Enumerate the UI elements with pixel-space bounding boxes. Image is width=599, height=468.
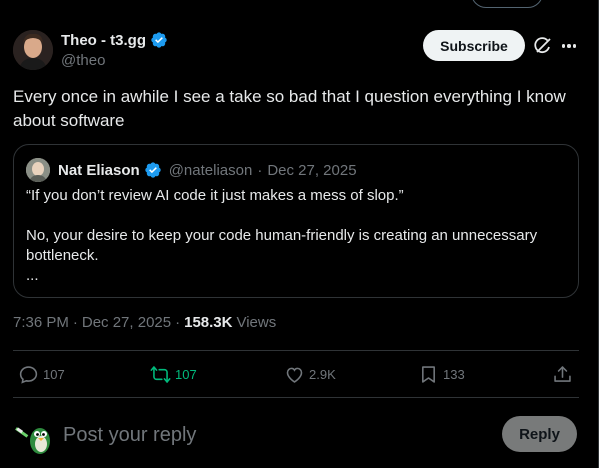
divider — [13, 397, 579, 398]
verified-badge-icon — [150, 31, 168, 49]
more-icon[interactable] — [559, 36, 579, 56]
repost-action[interactable]: 107 — [150, 364, 197, 385]
share-icon — [554, 366, 571, 382]
quote-author-handle: @nateliason — [168, 161, 253, 179]
reply-composer: Reply — [13, 410, 579, 460]
like-action[interactable]: 2.9K — [284, 364, 336, 385]
views-label: Views — [236, 314, 277, 331]
bookmark-icon — [422, 366, 435, 383]
reply-input[interactable] — [63, 420, 463, 450]
author-name[interactable]: Theo - t3.gg — [61, 32, 146, 49]
author-avatar[interactable] — [13, 30, 53, 70]
tweet-header: Theo - t3.gg @theo Subscribe — [13, 30, 585, 70]
quote-separator: · — [257, 161, 263, 179]
reply-icon — [19, 366, 38, 384]
share-action[interactable] — [552, 364, 573, 385]
meta-separator: · — [175, 314, 181, 331]
tweet-time[interactable]: 7:36 PM — [13, 314, 69, 331]
quote-author-name: Nat Eliason — [58, 161, 140, 179]
quote-line-1: “If you don’t review AI code it just mak… — [26, 187, 404, 204]
reply-button[interactable]: Reply — [502, 416, 577, 452]
quote-date: Dec 27, 2025 — [267, 161, 357, 179]
tweet-text: Every once in awhile I see a take so bad… — [13, 87, 566, 130]
action-bar: 107 107 2.9K 133 — [13, 351, 579, 397]
bookmark-count: 133 — [443, 367, 465, 382]
verified-badge-icon — [144, 161, 162, 179]
like-icon — [286, 367, 303, 383]
tweet-meta: 7:36 PM · Dec 27, 2025 · 158.3K Views — [13, 314, 276, 331]
views-count: 158.3K — [184, 314, 233, 331]
top-partial-button[interactable] — [471, 0, 543, 8]
quote-body: “If you don’t review AI code it just mak… — [26, 186, 571, 286]
quote-ellipsis: ... — [26, 267, 39, 284]
reply-action[interactable]: 107 — [18, 364, 65, 385]
grok-icon[interactable] — [533, 36, 553, 56]
bookmark-action[interactable]: 133 — [418, 364, 465, 385]
subscribe-button[interactable]: Subscribe — [423, 30, 525, 61]
author-name-row: Theo - t3.gg — [61, 31, 168, 49]
quote-author-avatar — [26, 158, 50, 182]
quoted-tweet[interactable]: Nat Eliason @nateliason · Dec 27, 2025 “… — [13, 144, 579, 298]
user-avatar — [13, 417, 53, 457]
repost-icon — [150, 366, 171, 383]
tweet-date[interactable]: Dec 27, 2025 — [82, 314, 171, 331]
author-handle[interactable]: @theo — [61, 52, 105, 69]
quote-header: Nat Eliason @nateliason · Dec 27, 2025 — [26, 158, 357, 182]
meta-separator: · — [72, 314, 78, 331]
quote-line-2: No, your desire to keep your code human-… — [26, 227, 538, 264]
like-count: 2.9K — [309, 367, 336, 382]
repost-count: 107 — [175, 367, 197, 382]
reply-count: 107 — [43, 367, 65, 382]
